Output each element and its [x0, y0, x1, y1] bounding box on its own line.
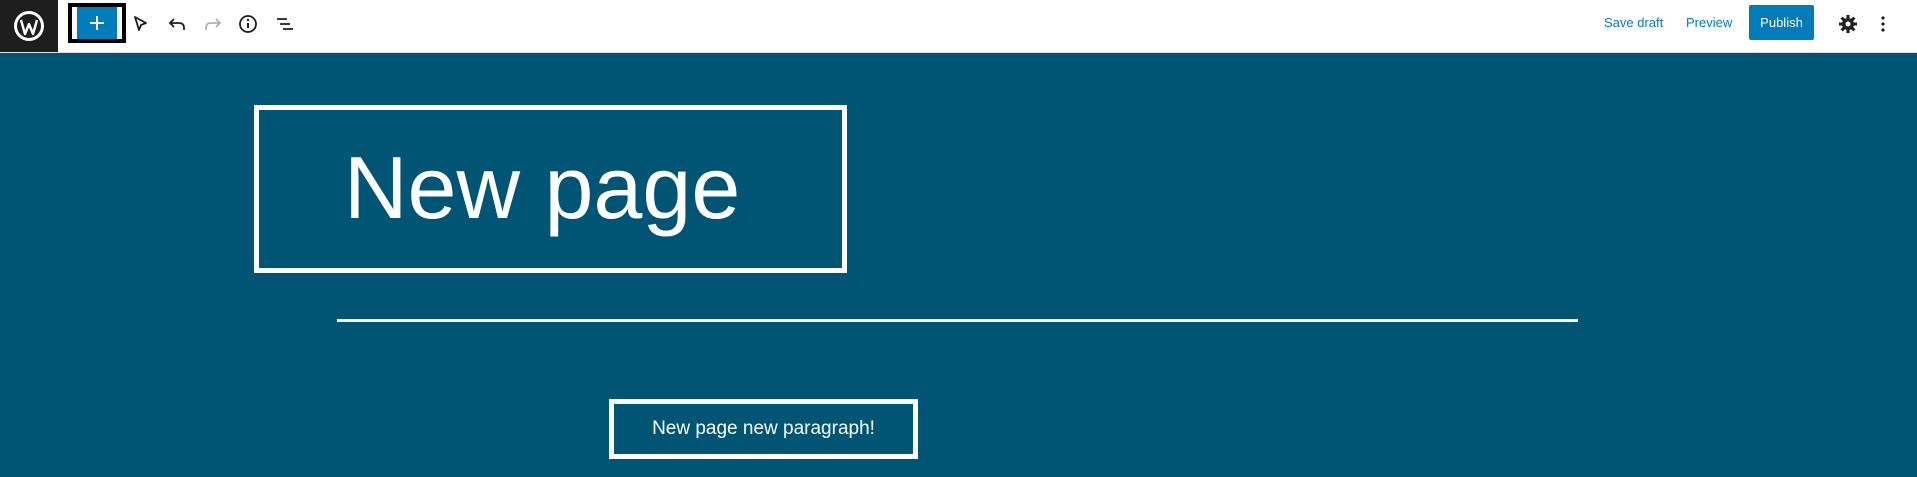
- redo-icon: [205, 18, 222, 30]
- separator-block[interactable]: [337, 319, 1578, 322]
- undo-button[interactable]: [162, 9, 192, 39]
- options-menu-button[interactable]: [1868, 9, 1898, 39]
- paragraph-text[interactable]: New page new paragraph!: [652, 418, 875, 440]
- settings-button[interactable]: [1833, 9, 1863, 39]
- add-block-button[interactable]: [77, 7, 117, 39]
- preview-button[interactable]: Preview: [1686, 14, 1732, 32]
- undo-icon: [168, 18, 185, 30]
- select-tool-icon: [134, 16, 147, 31]
- details-button[interactable]: [233, 9, 263, 39]
- redo-button[interactable]: [198, 9, 228, 39]
- page-title-block[interactable]: New page: [254, 105, 847, 273]
- publish-button[interactable]: Publish: [1749, 5, 1814, 40]
- inserter-focus-ring: [68, 3, 126, 43]
- save-draft-button[interactable]: Save draft: [1604, 14, 1663, 32]
- kebab-menu-icon: [1881, 16, 1885, 32]
- wordpress-logo-icon[interactable]: [0, 0, 58, 52]
- editor-toolbar: Save draft Preview Publish: [0, 0, 1917, 53]
- select-tool-button[interactable]: [125, 9, 155, 39]
- paragraph-block[interactable]: New page new paragraph!: [609, 399, 918, 459]
- plus-icon: [90, 16, 104, 30]
- page-title[interactable]: New page: [344, 138, 740, 238]
- list-view-icon: [277, 18, 293, 30]
- list-view-button[interactable]: [270, 9, 300, 39]
- gear-icon: [1839, 15, 1857, 33]
- info-icon: [239, 15, 257, 33]
